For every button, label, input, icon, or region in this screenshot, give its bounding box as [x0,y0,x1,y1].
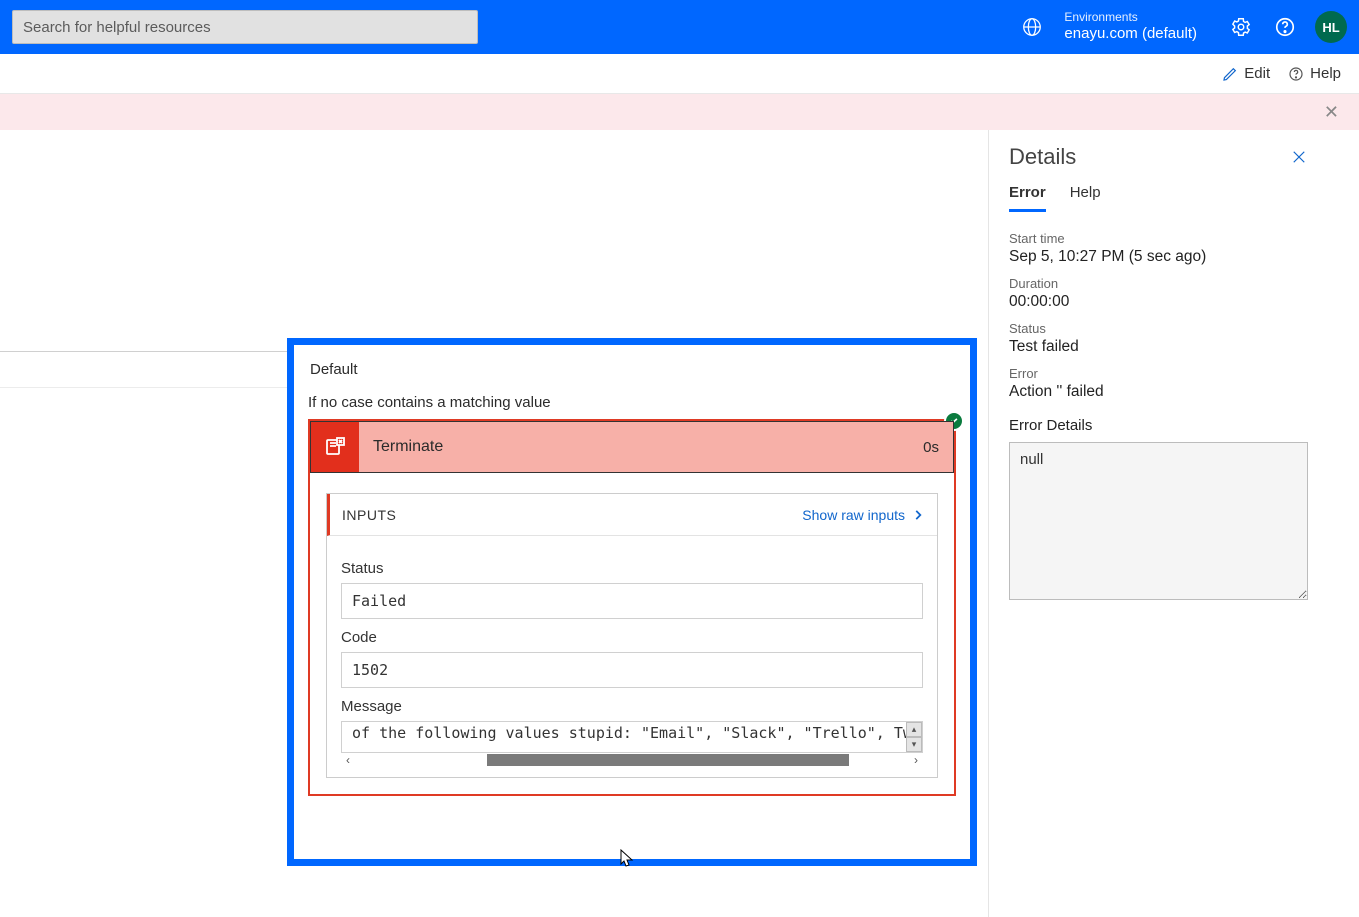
help-circle-icon [1288,66,1304,82]
status-value: Failed [341,583,923,619]
top-app-bar: Search for helpful resources Environment… [0,0,1359,54]
duration-value: 00:00:00 [1009,293,1308,311]
inputs-panel: INPUTS Show raw inputs Status Failed Cod… [326,493,938,778]
environment-icon [1020,15,1044,39]
edit-label: Edit [1244,65,1270,82]
start-time-label: Start time [1009,231,1308,246]
error-details-label: Error Details [1009,417,1308,434]
run-status-label: Status [1009,321,1308,336]
tab-help[interactable]: Help [1070,184,1101,212]
message-vscroll[interactable]: ▴▾ [906,722,922,752]
message-value[interactable]: of the following values stupid: "Email",… [341,721,923,753]
status-label: Status [341,560,923,577]
edit-icon [1222,66,1238,82]
show-raw-inputs-label: Show raw inputs [802,507,905,523]
environment-value: enayu.com (default) [1064,25,1197,42]
user-avatar[interactable]: HL [1315,11,1347,43]
environment-label: Environments [1064,11,1197,25]
details-tabs: Error Help [1009,184,1308,213]
cursor-icon [620,849,636,869]
search-placeholder-text: Search for helpful resources [23,19,211,36]
tab-error[interactable]: Error [1009,184,1046,212]
scroll-right-icon[interactable]: › [909,753,923,767]
message-hscroll[interactable]: ‹ › [341,753,923,767]
action-duration: 0s [909,439,953,456]
edit-button[interactable]: Edit [1222,65,1270,82]
error-label: Error [1009,366,1308,381]
chevron-right-icon [911,508,925,522]
error-banner: ✕ [0,94,1359,130]
case-title: Default [310,361,956,378]
error-details-textarea[interactable]: null [1009,442,1308,600]
search-input[interactable]: Search for helpful resources [12,10,478,44]
designer-canvas[interactable]: Default If no case contains a matching v… [0,130,988,917]
error-value: Action '' failed [1009,383,1308,401]
case-subtitle: If no case contains a matching value [308,394,956,411]
terminate-icon [311,422,359,472]
message-label: Message [341,698,923,715]
start-time-value: Sep 5, 10:27 PM (5 sec ago) [1009,248,1308,266]
scroll-left-icon[interactable]: ‹ [341,753,355,767]
action-name: Terminate [359,438,909,456]
code-label: Code [341,629,923,646]
show-raw-inputs-link[interactable]: Show raw inputs [802,507,925,523]
environment-picker[interactable]: Environments enayu.com (default) [1010,11,1197,42]
avatar-initials: HL [1322,20,1339,35]
help-button[interactable]: Help [1288,65,1341,82]
help-icon[interactable] [1273,15,1297,39]
canvas-row [0,352,288,388]
scroll-thumb[interactable] [487,754,849,766]
command-bar: Edit Help [0,54,1359,94]
close-details-icon[interactable] [1290,148,1308,166]
settings-icon[interactable] [1229,15,1253,39]
run-status-value: Test failed [1009,338,1308,356]
switch-default-case-card[interactable]: Default If no case contains a matching v… [287,338,977,866]
terminate-action-card[interactable]: Terminate 0s INPUTS Show raw inputs [308,419,956,796]
help-label: Help [1310,65,1341,82]
code-value: 1502 [341,652,923,688]
duration-label: Duration [1009,276,1308,291]
error-details-value: null [1020,451,1043,468]
close-icon[interactable]: ✕ [1324,102,1339,123]
details-title: Details [1009,144,1290,170]
action-header[interactable]: Terminate 0s [310,421,954,473]
details-panel: Details Error Help Start time Sep 5, 10:… [988,130,1328,917]
inputs-heading: INPUTS [342,507,396,523]
